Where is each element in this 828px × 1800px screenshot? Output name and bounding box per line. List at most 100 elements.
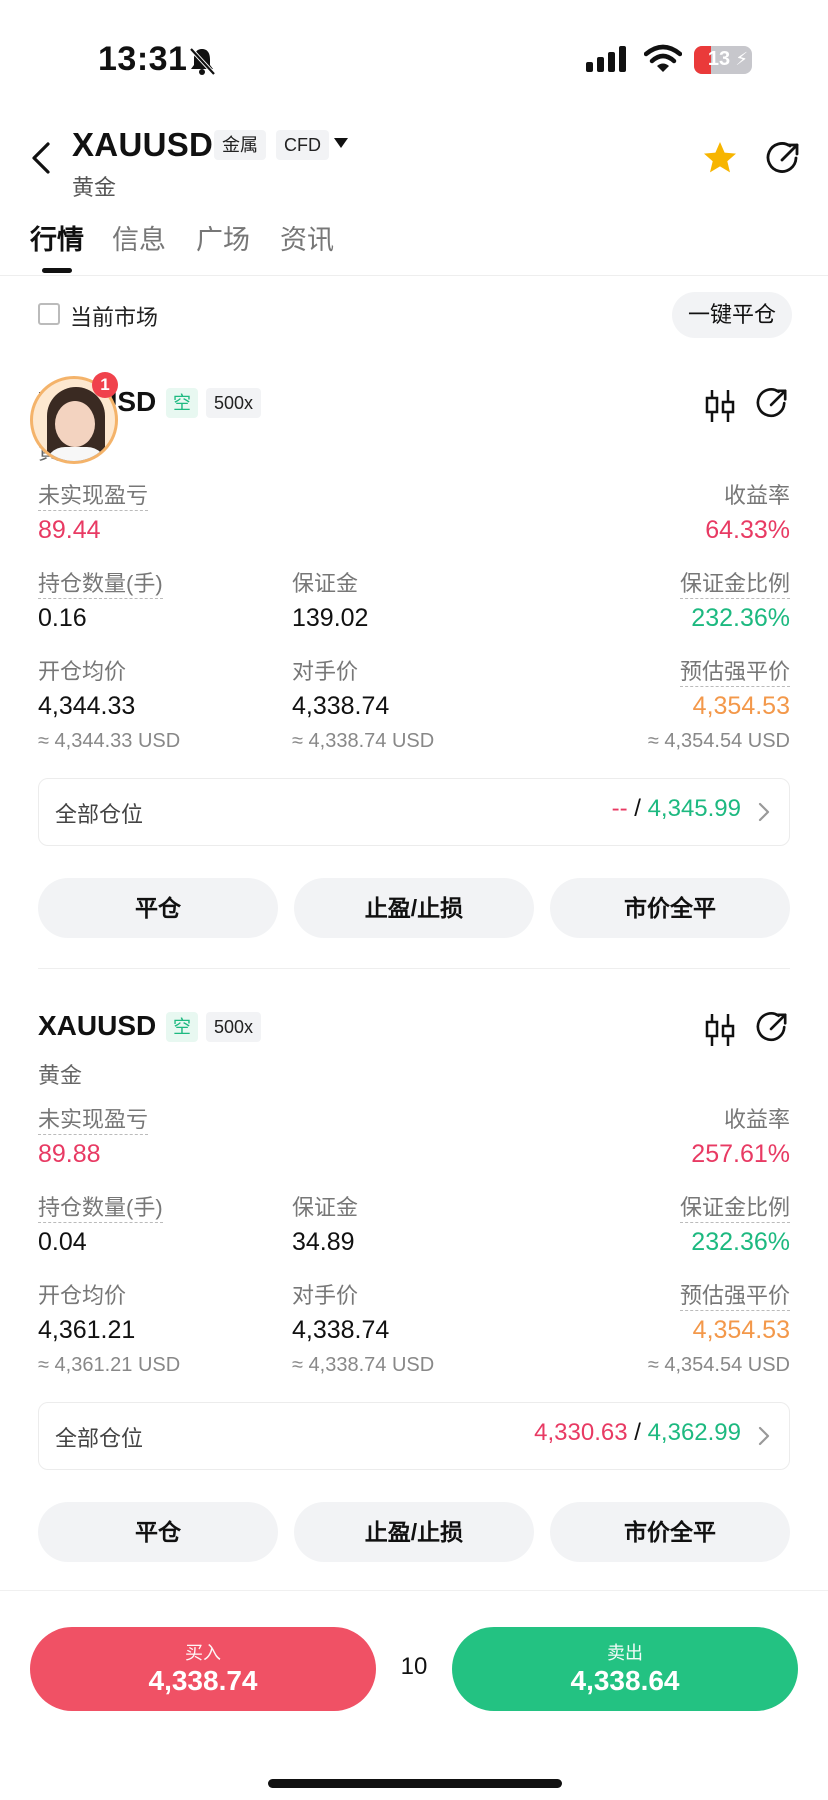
unrealized-pnl-label: 未实现盈亏 [38, 1106, 149, 1135]
market-close-all-button[interactable]: 市价全平 [550, 878, 790, 938]
share-icon[interactable] [756, 1012, 788, 1044]
quantity-value: 0.16 [38, 604, 87, 632]
yield-value: 64.33% [705, 516, 790, 544]
position-symbol: XAUUSD [38, 1010, 157, 1041]
home-indicator[interactable] [268, 1779, 562, 1788]
liq-price-usd: ≈ 4,354.54 USD [647, 730, 790, 752]
back-arrow-icon[interactable] [28, 140, 58, 176]
open-avg-label: 开仓均价 [38, 1283, 127, 1308]
liq-price-label: 预估强平价 [679, 658, 790, 687]
buy-button[interactable]: 买入 4,338.74 [30, 1627, 376, 1711]
leverage-badge: 500x [206, 388, 262, 418]
open-avg-value: 4,361.21 [38, 1316, 136, 1344]
unrealized-pnl-value: 89.88 [38, 1140, 101, 1168]
tab-market[interactable]: 行情 [30, 218, 84, 257]
position-card: XAUUSD 空 500x 黄金 未实现盈亏 收益率 89.88 257.61%… [0, 998, 828, 1598]
battery-indicator: 13 ⚡ [694, 46, 752, 74]
tp-sl-values: -- / 4,345.99 [611, 795, 741, 822]
stop-loss-value: 4,345.99 [647, 795, 741, 822]
tab-bar: 行情 信息 广场 资讯 [0, 212, 828, 276]
open-avg-usd: ≈ 4,361.21 USD [38, 1354, 181, 1376]
margin-ratio-label: 保证金比例 [679, 570, 790, 599]
tab-square[interactable]: 广场 [196, 218, 250, 257]
quantity-label: 持仓数量(手) [38, 1194, 163, 1223]
yield-value: 257.61% [691, 1140, 790, 1168]
close-position-button[interactable]: 平仓 [38, 878, 278, 938]
margin-ratio-label: 保证金比例 [679, 1194, 790, 1223]
all-positions-label: 全部仓位 [55, 1426, 144, 1451]
share-icon[interactable] [756, 388, 788, 420]
stop-loss-value: 4,362.99 [647, 1419, 741, 1446]
buy-label: 买入 [185, 1643, 221, 1663]
leverage-badge: 500x [206, 1012, 262, 1042]
divider [38, 968, 790, 969]
margin-value: 34.89 [292, 1228, 355, 1256]
take-profit-value: 4,330.63 [534, 1419, 628, 1446]
chevron-right-icon [758, 1426, 770, 1446]
star-icon[interactable] [702, 140, 738, 176]
margin-label: 保证金 [292, 571, 359, 596]
sell-button[interactable]: 卖出 4,338.64 [452, 1627, 798, 1711]
close-all-button[interactable]: 一键平仓 [672, 292, 792, 338]
wifi-icon [644, 44, 682, 72]
instrument-type-tag: CFD [276, 130, 329, 160]
position-name: 黄金 [38, 1063, 83, 1088]
position-card: XAUUSD 空 500x 黄金 未实现盈亏 收益率 89.44 64.33% … [0, 374, 828, 974]
candlestick-chart-icon[interactable] [704, 388, 736, 424]
counter-price-usd: ≈ 4,338.74 USD [292, 1354, 435, 1376]
instrument-dropdown-icon[interactable] [334, 138, 348, 148]
yield-label: 收益率 [723, 483, 790, 508]
candlestick-chart-icon[interactable] [704, 1012, 736, 1048]
tab-news[interactable]: 资讯 [280, 218, 334, 257]
instrument-name: 黄金 [72, 175, 117, 200]
tp-sl-button[interactable]: 止盈/止损 [294, 878, 534, 938]
chevron-right-icon [758, 802, 770, 822]
current-market-label: 当前市场 [70, 305, 159, 330]
liq-price-label: 预估强平价 [679, 1282, 790, 1311]
unrealized-pnl-label: 未实现盈亏 [38, 482, 149, 511]
sell-label: 卖出 [607, 1643, 643, 1663]
close-position-button[interactable]: 平仓 [38, 1502, 278, 1562]
cellular-signal-icon [586, 46, 626, 72]
unrealized-pnl-value: 89.44 [38, 516, 101, 544]
margin-value: 139.02 [292, 604, 369, 632]
order-quantity[interactable]: 10 [392, 1653, 436, 1681]
tab-info[interactable]: 信息 [112, 218, 166, 257]
charging-bolt-icon: ⚡ [735, 49, 748, 69]
margin-label: 保证金 [292, 1195, 359, 1220]
category-tag: 金属 [214, 130, 266, 160]
quantity-label: 持仓数量(手) [38, 570, 163, 599]
tp-sl-values: 4,330.63 / 4,362.99 [534, 1419, 741, 1446]
open-avg-value: 4,344.33 [38, 692, 136, 720]
active-tab-indicator [42, 268, 72, 273]
liq-price-value: 4,354.53 [692, 692, 790, 720]
quantity-value: 0.04 [38, 1228, 87, 1256]
sell-price: 4,338.64 [570, 1665, 680, 1696]
margin-ratio-value: 232.36% [691, 1228, 790, 1256]
market-close-all-button[interactable]: 市价全平 [550, 1502, 790, 1562]
current-market-checkbox[interactable] [38, 303, 60, 325]
all-positions-row[interactable]: 全部仓位 -- / 4,345.99 [38, 778, 790, 846]
open-avg-label: 开仓均价 [38, 659, 127, 684]
instrument-symbol: XAUUSD [72, 126, 214, 163]
open-avg-usd: ≈ 4,344.33 USD [38, 730, 181, 752]
status-time: 13:31 [98, 40, 188, 78]
counter-price-label: 对手价 [292, 1283, 359, 1308]
all-positions-label: 全部仓位 [55, 802, 144, 827]
all-positions-row[interactable]: 全部仓位 4,330.63 / 4,362.99 [38, 1402, 790, 1470]
take-profit-value: -- [611, 795, 628, 822]
tp-sl-button[interactable]: 止盈/止损 [294, 1502, 534, 1562]
liq-price-value: 4,354.53 [692, 1316, 790, 1344]
yield-label: 收益率 [723, 1107, 790, 1132]
status-bar: 13:31 13 ⚡ [0, 0, 828, 120]
position-side-badge: 空 [166, 1012, 198, 1042]
counter-price-value: 4,338.74 [292, 1316, 390, 1344]
counter-price-value: 4,338.74 [292, 692, 390, 720]
trade-bar: 买入 4,338.74 10 卖出 4,338.64 [0, 1590, 828, 1800]
share-icon[interactable] [766, 142, 800, 176]
buy-price: 4,338.74 [148, 1665, 258, 1696]
counter-price-usd: ≈ 4,338.74 USD [292, 730, 435, 752]
position-side-badge: 空 [166, 388, 198, 418]
liq-price-usd: ≈ 4,354.54 USD [647, 1354, 790, 1376]
instrument-header: XAUUSD 金属 CFD 黄金 [0, 118, 828, 218]
